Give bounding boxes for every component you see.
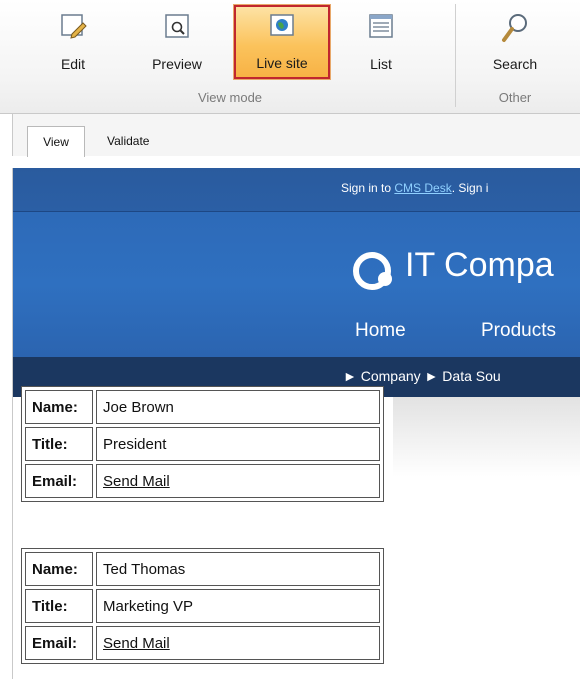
live-site-label: Live site	[256, 55, 308, 71]
signin-text: Sign in to CMS Desk. Sign i	[341, 181, 488, 195]
record-row-title: Title: Marketing VP	[25, 589, 380, 623]
list-icon	[369, 14, 393, 38]
search-icon	[502, 14, 527, 42]
tab-strip: View Validate	[12, 114, 580, 157]
record-row-email: Email: Send Mail	[25, 626, 380, 660]
search-button[interactable]: Search	[480, 6, 550, 78]
group-label-other: Other	[498, 90, 532, 105]
preview-icon	[165, 14, 189, 38]
send-mail-link[interactable]: Send Mail	[103, 635, 170, 652]
preview-button[interactable]: Preview	[142, 6, 212, 78]
title-label: Title:	[25, 427, 93, 461]
signin-suffix: . Sign i	[451, 181, 489, 195]
title-label: Title:	[25, 589, 93, 623]
edit-button[interactable]: Edit	[38, 6, 108, 78]
send-mail-link[interactable]: Send Mail	[103, 473, 170, 490]
record-row-name: Name: Ted Thomas	[25, 552, 380, 586]
group-label-view-mode: View mode	[197, 90, 263, 105]
email-cell: Send Mail	[96, 626, 380, 660]
ribbon-toolbar: Edit Preview Live site List Search View …	[0, 0, 580, 114]
record-row-email: Email: Send Mail	[25, 464, 380, 498]
cms-desk-link[interactable]: CMS Desk	[394, 181, 451, 195]
record-row-name: Name: Joe Brown	[25, 390, 380, 424]
nav-products[interactable]: Products	[481, 320, 556, 342]
globe-icon	[270, 14, 294, 36]
record-row-title: Title: President	[25, 427, 380, 461]
name-value: Joe Brown	[96, 390, 380, 424]
site-header: IT Compa Home Products	[13, 212, 580, 357]
breadcrumb[interactable]: ► Company ► Data Sou	[343, 368, 501, 384]
tab-validate[interactable]: Validate	[107, 126, 149, 156]
name-label: Name:	[25, 552, 93, 586]
site-top-bar: Sign in to CMS Desk. Sign i	[13, 168, 580, 212]
preview-label: Preview	[152, 56, 202, 72]
title-value: Marketing VP	[96, 589, 380, 623]
ribbon-separator	[455, 4, 456, 107]
logo-dot	[378, 272, 392, 286]
contact-record: Name: Joe Brown Title: President Email: …	[21, 386, 384, 502]
logo-text: IT Compa	[405, 246, 554, 284]
name-value: Ted Thomas	[96, 552, 380, 586]
contact-record: Name: Ted Thomas Title: Marketing VP Ema…	[21, 548, 384, 664]
content-shadow	[393, 397, 580, 477]
nav-home[interactable]: Home	[355, 320, 406, 342]
email-cell: Send Mail	[96, 464, 380, 498]
list-label: List	[370, 56, 392, 72]
edit-icon	[61, 14, 87, 39]
tab-view[interactable]: View	[27, 126, 85, 157]
name-label: Name:	[25, 390, 93, 424]
live-site-button[interactable]: Live site	[234, 5, 330, 79]
signin-prefix: Sign in to	[341, 181, 395, 195]
title-value: President	[96, 427, 380, 461]
email-label: Email:	[25, 464, 93, 498]
list-button[interactable]: List	[346, 6, 416, 78]
live-site-frame: Sign in to CMS Desk. Sign i IT Compa Hom…	[12, 168, 580, 679]
email-label: Email:	[25, 626, 93, 660]
edit-label: Edit	[60, 56, 86, 72]
search-label: Search	[492, 56, 538, 72]
